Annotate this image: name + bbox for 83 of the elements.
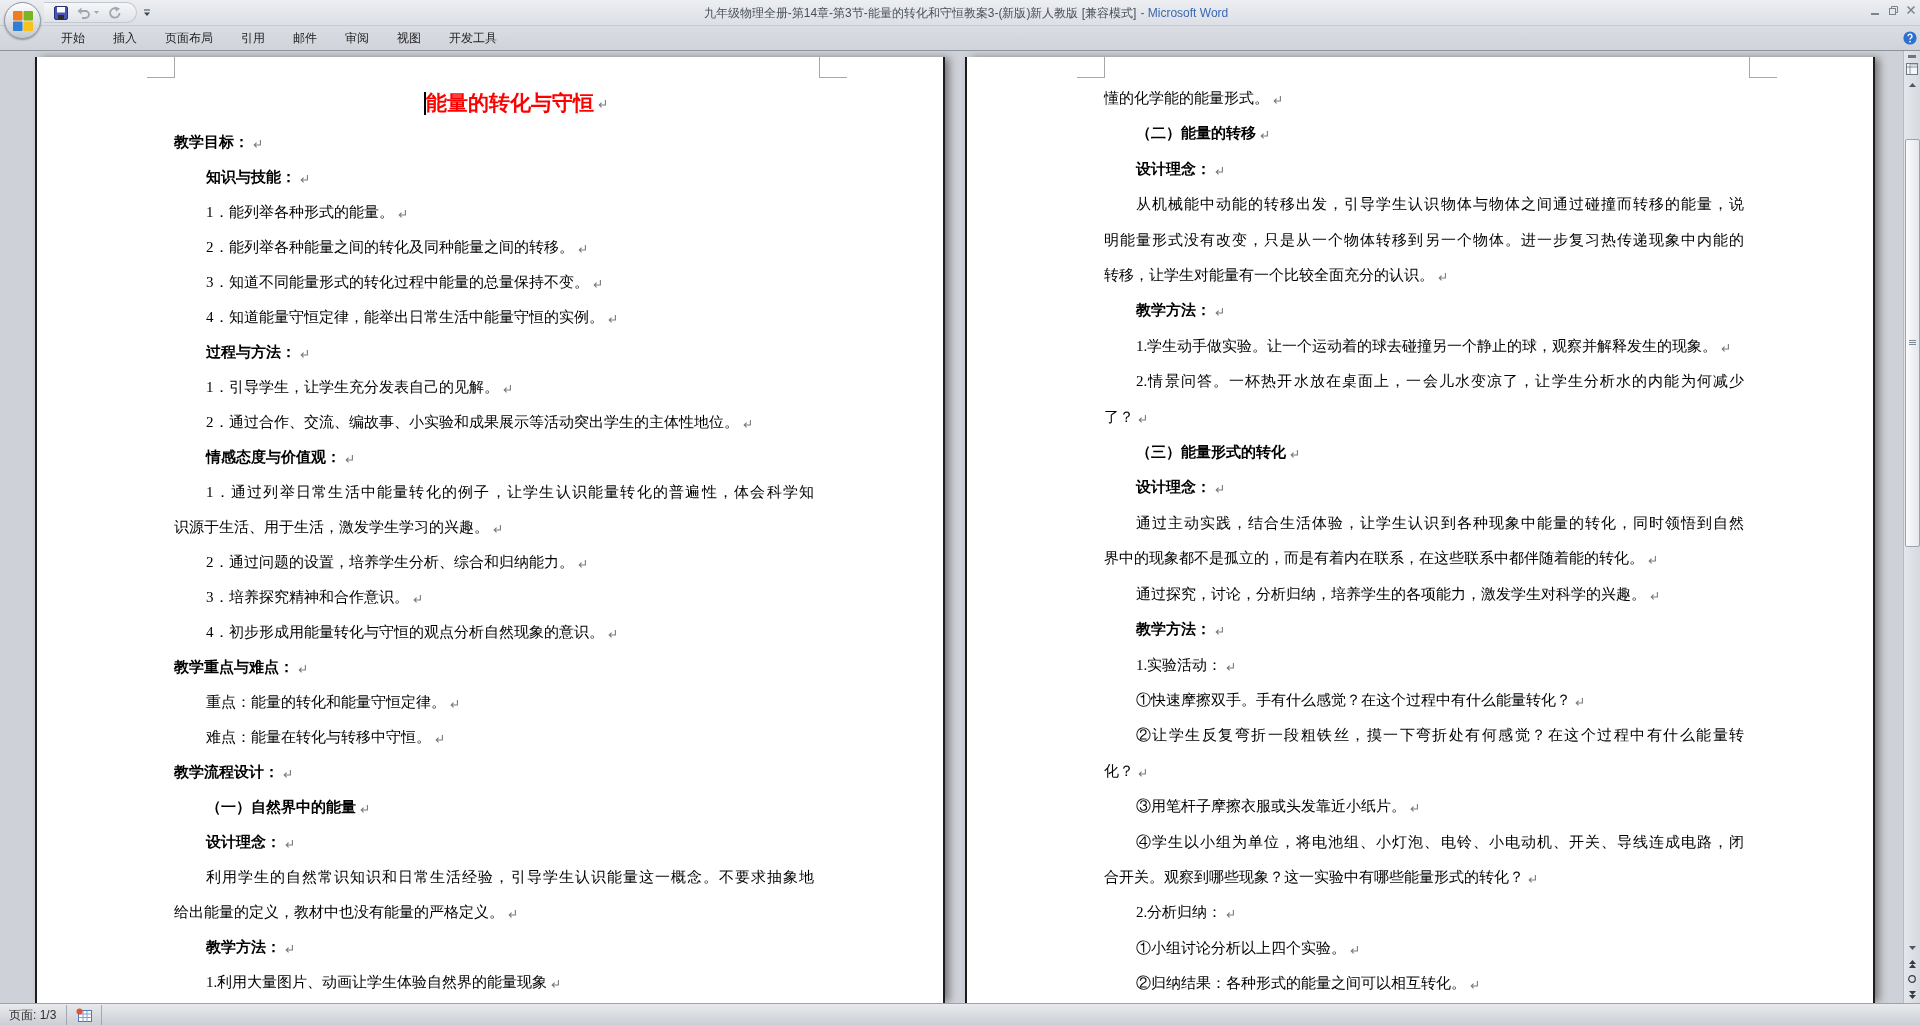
document-title: 能量的转化与守恒: [426, 91, 594, 116]
subsection-heading: （三）能量形式的转化: [1136, 444, 1286, 461]
subsection-heading: 过程与方法：: [206, 344, 296, 360]
scroll-thumb[interactable]: [1904, 139, 1920, 547]
paragraph-text: 3．培养探究精神和合作意识。: [206, 589, 409, 605]
paragraph-text: 通过探究，讨论，分析归纳，培养学生的各项能力，激发学生对科学的兴趣。: [1136, 585, 1646, 602]
subsection-heading: 设计理念：: [1136, 479, 1211, 496]
dropdown-caret-icon: [143, 8, 151, 17]
ribbon-tab[interactable]: 插入: [99, 27, 151, 49]
caret-icon: [94, 11, 99, 14]
restore-icon: [1888, 5, 1898, 15]
close-icon: [1907, 6, 1915, 14]
subsection-heading: 知识与技能：: [206, 169, 296, 185]
paragraph-text: ②归纳结果：各种形式的能量之间可以相互转化。: [1136, 975, 1466, 992]
paragraph-text: ④学生以小组为单位，将电池组、小灯泡、电铃、小电动机、开关、导线连成电路，闭 合开关。观察到哪些现象？这一实验中有哪些能量形式的转化？: [1104, 833, 1744, 885]
margin-corner-mark: [147, 57, 175, 78]
paragraph-text: 1.实验活动：: [1136, 656, 1223, 673]
subsection-heading: 设计理念：: [1136, 160, 1211, 177]
application-name: - Microsoft Word: [1140, 4, 1229, 22]
save-button[interactable]: [54, 3, 68, 22]
split-handle[interactable]: [1908, 55, 1916, 58]
vertical-scrollbar[interactable]: [1903, 51, 1920, 1003]
paragraph-text: 4．知道能量守恒定律，能举出日常生活中能量守恒的实例。: [206, 309, 604, 325]
paragraph-text: 1.利用大量图片、动画让学生体验自然界的能量现象: [206, 974, 548, 990]
paragraph-text: 1．能列举各种形式的能量。: [206, 204, 394, 220]
app-logo-icon: [11, 9, 34, 32]
help-button[interactable]: [1903, 31, 1917, 45]
paragraph-text: 通过主动实践，结合生活体验，让学生认识到各种现象中能量的转化，同时领悟到自然 界中的现象都不是孤立的，而是有着内在联系，在这些联系中都伴随着能的转化。: [1104, 514, 1744, 567]
ribbon-tab[interactable]: 审阅: [331, 27, 383, 49]
minimize-icon: [1871, 13, 1879, 15]
margin-corner-mark: [1077, 57, 1105, 78]
paragraph-text: 利用学生的自然常识知识和日常生活经验，引导学生认识能量这一概念。不要求抽象地 给出能量的定义，教材中也没有能量的严格定义。: [174, 869, 814, 920]
ribbon-tab[interactable]: 开始: [47, 27, 99, 49]
section-heading: 教学重点与难点：: [174, 659, 294, 675]
paragraph-text: 从机械能中动能的转移出发，引导学生认识物体与物体之间通过碰撞而转移的能量，说 明能量形式没有改变，只是从一个物体转移到另一个物体。进一步复习热传递现象中内能的 转移，让学生对能量有一个比较全面充分的认识。: [1104, 196, 1744, 284]
paragraph-text: ③用笔杆子摩擦衣服或头发靠近小纸片。: [1136, 798, 1406, 815]
section-heading: 教学流程设计：: [174, 764, 279, 780]
ribbon-tab[interactable]: 引用: [227, 27, 279, 49]
paragraph-text: ①快速摩擦双手。手有什么感觉？在这个过程中有什么能量转化？: [1136, 691, 1571, 708]
paragraph-text: 2.情景问答。一杯热开水放在桌面上，一会儿水变凉了，让学生分析水的内能为何减少 了？: [1104, 373, 1744, 425]
ribbon-tab[interactable]: 邮件: [279, 27, 331, 49]
redo-icon: [108, 5, 122, 20]
window-title: 九年级物理全册-第14章-第3节-能量的转化和守恒教案3-(新版)新人教版 [兼容模式]: [703, 4, 1137, 22]
ribbon-tab[interactable]: 视图: [383, 27, 435, 49]
subsection-heading: 教学方法：: [1136, 621, 1211, 638]
paragraph-text: 懂的化学能的能量形式。: [1104, 90, 1269, 106]
paragraph-text: 2．能列举各种能量之间的转化及同种能量之间的转移。: [206, 239, 574, 255]
ribbon-tab[interactable]: 页面布局: [151, 27, 227, 49]
grid-icon: [1906, 62, 1918, 75]
undo-icon: [77, 5, 91, 20]
paragraph-text: ②让学生反复弯折一段粗铁丝，摸一下弯折处有何感觉？在这个过程中有什么能量转 化？: [1104, 727, 1744, 779]
paragraph-text: 难点：能量在转化与转移中守恒。: [206, 729, 431, 745]
paragraph-text: 3．知道不同能量形式的转化过程中能量的总量保持不变。: [206, 274, 589, 290]
page-count[interactable]: 页面: 1/3: [0, 1005, 67, 1024]
paragraph-text: 2．通过问题的设置，培养学生分析、综合和归纳能力。: [206, 554, 574, 570]
margin-corner-mark: [1749, 57, 1777, 78]
subsection-heading: （一）自然界中的能量: [206, 799, 356, 815]
subsection-heading: （二）能量的转移: [1136, 125, 1256, 142]
paragraph-text: 2．通过合作、交流、编故事、小实验和成果展示等活动突出学生的主体性地位。: [206, 414, 739, 430]
paragraph-text: 2.分析归纳：: [1136, 904, 1223, 921]
subsection-heading: 设计理念：: [206, 834, 281, 850]
save-icon: [54, 5, 68, 20]
double-down-arrow-icon: [1908, 991, 1916, 999]
subsection-heading: 教学方法：: [1136, 302, 1211, 319]
ribbon-tab[interactable]: 开发工具: [435, 27, 511, 49]
paragraph-text: 重点：能量的转化和能量守恒定律。: [206, 694, 446, 710]
down-triangle-icon: [1908, 946, 1916, 950]
ruler-toggle-button[interactable]: [1904, 60, 1920, 77]
paragraph-text: 1.学生动手做实验。让一个运动着的球去碰撞另一个静止的球，观察并解释发生的现象。: [1136, 337, 1718, 354]
section-heading: 教学目标：: [174, 134, 249, 150]
up-triangle-icon: [1908, 83, 1916, 87]
paragraph-text: 1．引导学生，让学生充分发表自己的见解。: [206, 379, 499, 395]
double-up-arrow-icon: [1908, 959, 1916, 968]
paragraph-text: 1．通过列举日常生活中能量转化的例子，让学生认识能量转化的普遍性，体会科学知 识源于生活、用于生活，激发学生学习的兴趣。: [174, 484, 814, 535]
subsection-heading: 教学方法：: [206, 939, 281, 955]
help-icon: [1903, 31, 1917, 45]
paragraph-text: ①小组讨论分析以上四个实验。: [1136, 939, 1346, 956]
subsection-heading: 情感态度与价值观：: [206, 449, 341, 465]
circle-icon: [1908, 975, 1916, 983]
table-icon[interactable]: [76, 1007, 93, 1022]
grip-icon: [1908, 340, 1916, 346]
paragraph-text: 4．初步形成用能量转化与守恒的观点分析自然现象的意识。: [206, 624, 604, 640]
margin-corner-mark: [819, 57, 847, 78]
